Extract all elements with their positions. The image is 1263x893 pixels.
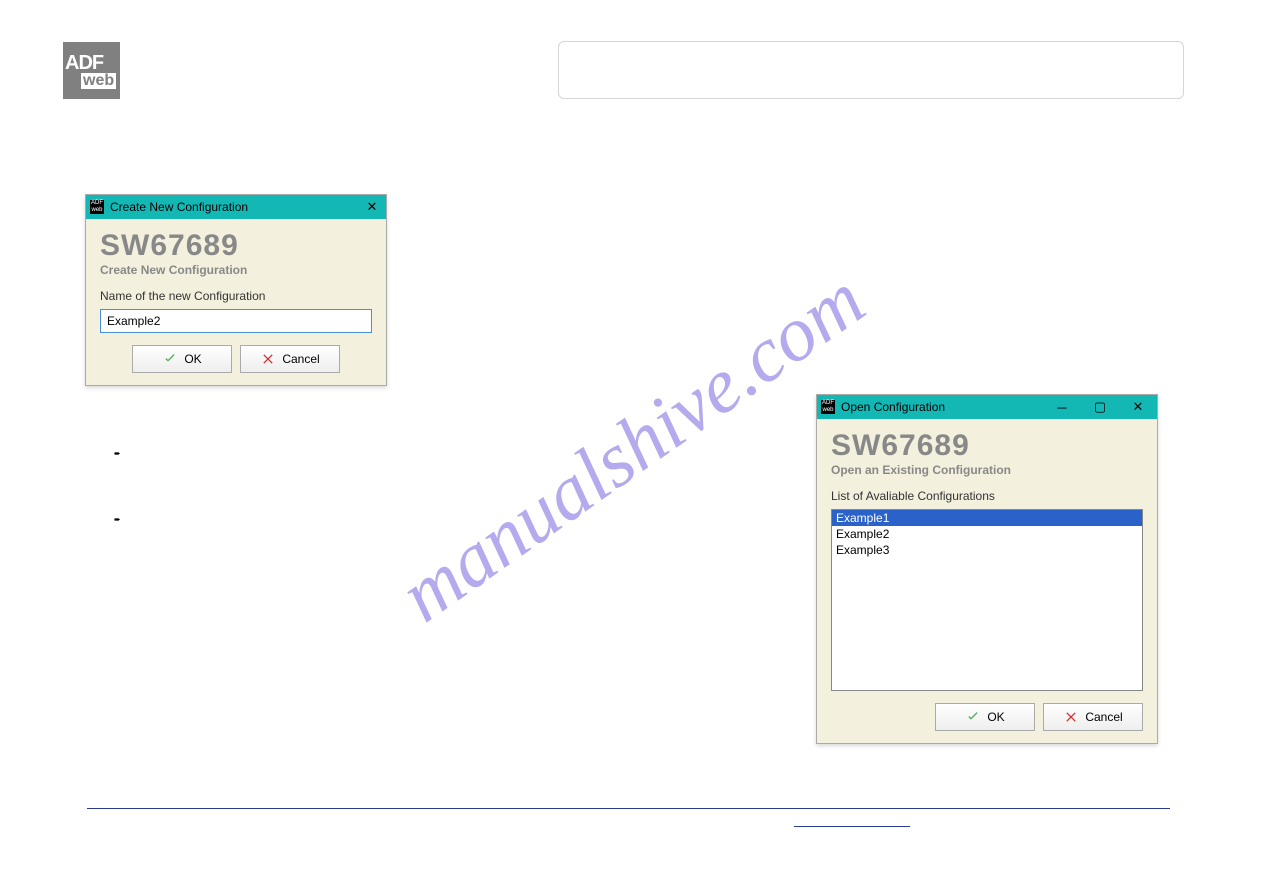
ok-label: OK	[987, 710, 1004, 724]
create-title: Create New Configuration	[110, 200, 248, 214]
adfweb-logo: ADF web	[63, 42, 120, 99]
x-icon	[260, 351, 276, 367]
watermark-text: manualshive.com	[383, 254, 880, 640]
cancel-button[interactable]: Cancel	[1043, 703, 1143, 731]
create-heading: SW67689	[100, 229, 372, 263]
cancel-label: Cancel	[1085, 710, 1122, 724]
create-titlebar: ADFweb Create New Configuration ✕	[86, 195, 386, 219]
close-icon[interactable]: ✕	[1119, 395, 1157, 419]
create-config-dialog: ADFweb Create New Configuration ✕ SW6768…	[85, 194, 387, 386]
minimize-icon[interactable]: ─	[1043, 395, 1081, 419]
footer-link[interactable]	[794, 825, 910, 827]
open-config-dialog: ADFweb Open Configuration ─ ▢ ✕ SW67689 …	[816, 394, 1158, 744]
open-list-label: List of Avaliable Configurations	[831, 489, 1143, 503]
check-icon	[965, 709, 981, 725]
list-item[interactable]: Example3	[832, 542, 1142, 558]
create-subheading: Create New Configuration	[100, 263, 372, 277]
create-field-label: Name of the new Configuration	[100, 289, 372, 303]
open-heading: SW67689	[831, 429, 1143, 463]
check-icon	[162, 351, 178, 367]
footer-divider	[87, 808, 1170, 809]
cancel-label: Cancel	[282, 352, 319, 366]
cancel-button[interactable]: Cancel	[240, 345, 340, 373]
ok-button[interactable]: OK	[132, 345, 232, 373]
bullet-item	[114, 444, 129, 460]
logo-line2: web	[81, 73, 116, 89]
app-icon: ADFweb	[90, 200, 104, 214]
ok-label: OK	[184, 352, 201, 366]
x-icon	[1063, 709, 1079, 725]
list-item[interactable]: Example2	[832, 526, 1142, 542]
config-listbox[interactable]: Example1 Example2 Example3	[831, 509, 1143, 691]
app-icon: ADFweb	[821, 400, 835, 414]
open-subheading: Open an Existing Configuration	[831, 463, 1143, 477]
logo-line1: ADF	[63, 53, 120, 73]
bullet-list	[114, 444, 129, 576]
search-input[interactable]	[558, 41, 1184, 99]
config-name-input[interactable]	[100, 309, 372, 333]
close-icon[interactable]: ✕	[358, 195, 386, 219]
ok-button[interactable]: OK	[935, 703, 1035, 731]
open-titlebar: ADFweb Open Configuration ─ ▢ ✕	[817, 395, 1157, 419]
list-item[interactable]: Example1	[832, 510, 1142, 526]
maximize-icon[interactable]: ▢	[1081, 395, 1119, 419]
open-title: Open Configuration	[841, 400, 945, 414]
bullet-item	[114, 510, 129, 526]
